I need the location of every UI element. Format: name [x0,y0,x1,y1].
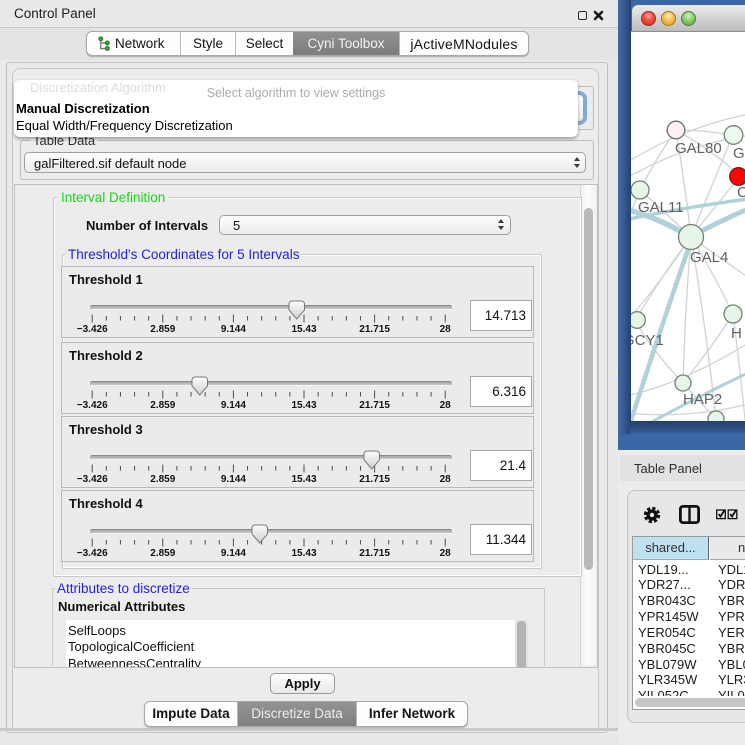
svg-text:C: C [737,184,745,201]
svg-text:GAL80: GAL80 [675,140,722,157]
svg-text:HAP2: HAP2 [683,391,722,408]
svg-text:GCY1: GCY1 [631,332,664,349]
svg-text:GAL11: GAL11 [638,199,684,216]
svg-text:G.: G. [733,145,745,162]
svg-text:GAL4: GAL4 [690,249,728,266]
svg-text:H: H [731,325,742,342]
